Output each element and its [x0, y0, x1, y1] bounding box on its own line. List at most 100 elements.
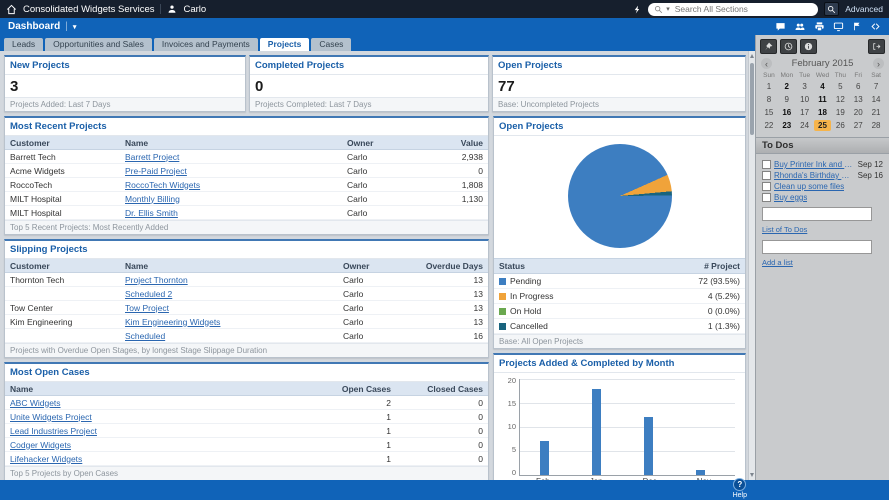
scroll-down-icon[interactable]: [750, 473, 754, 477]
calendar-day[interactable]: 9: [778, 94, 796, 105]
column-header[interactable]: Owner: [342, 137, 420, 149]
tab-invoices-and-payments[interactable]: Invoices and Payments: [154, 38, 258, 51]
calendar-day[interactable]: 7: [867, 81, 885, 92]
record-link[interactable]: Project Thornton: [125, 275, 188, 285]
tab-cases[interactable]: Cases: [311, 38, 351, 51]
todo-link[interactable]: Buy eggs: [774, 193, 807, 202]
calendar-day[interactable]: 28: [867, 120, 885, 131]
global-search[interactable]: ▾: [648, 3, 818, 16]
scrollbar-thumb[interactable]: [750, 63, 754, 135]
record-link[interactable]: Lead Industries Project: [10, 426, 97, 436]
bar-added[interactable]: [696, 470, 705, 475]
current-user[interactable]: Carlo: [183, 4, 206, 15]
todo-checkbox[interactable]: [762, 193, 771, 202]
prev-month-icon[interactable]: [761, 58, 772, 69]
todo-list-link[interactable]: List of To Dos: [762, 225, 807, 234]
calendar-day[interactable]: 16: [778, 107, 796, 118]
calendar-day[interactable]: 19: [831, 107, 849, 118]
recent-items-icon[interactable]: [780, 39, 797, 54]
calendar-day[interactable]: 13: [849, 94, 867, 105]
bar-added[interactable]: [540, 441, 549, 475]
calendar-day[interactable]: 11: [814, 94, 832, 105]
resize-panes-icon[interactable]: [870, 21, 881, 32]
home-icon[interactable]: [6, 4, 17, 15]
calendar-day[interactable]: 12: [831, 94, 849, 105]
record-link[interactable]: Kim Engineering Widgets: [125, 317, 220, 327]
record-link[interactable]: Pre-Paid Project: [125, 166, 187, 176]
todo-link[interactable]: Buy Printer Ink and Paper: [774, 160, 855, 169]
todo-link[interactable]: Rhonda's Birthday Party: [774, 171, 855, 180]
scroll-up-icon[interactable]: [750, 54, 754, 58]
column-header[interactable]: Customer: [5, 260, 120, 272]
tab-projects[interactable]: Projects: [260, 38, 310, 51]
record-link[interactable]: Dr. Ellis Smith: [125, 208, 178, 218]
column-header[interactable]: Overdue Days: [404, 260, 488, 272]
tab-leads[interactable]: Leads: [4, 38, 43, 51]
calendar-day[interactable]: 26: [831, 120, 849, 131]
record-link[interactable]: Unite Widgets Project: [10, 412, 92, 422]
message-icon[interactable]: [775, 21, 786, 32]
record-link[interactable]: Codger Widgets: [10, 440, 71, 450]
bar-added[interactable]: [592, 389, 601, 475]
next-month-icon[interactable]: [873, 58, 884, 69]
breadcrumb[interactable]: Dashboard | ▾: [8, 21, 76, 32]
record-link[interactable]: Tow Project: [125, 303, 169, 313]
calendar-day[interactable]: 25: [814, 120, 832, 131]
column-header[interactable]: Customer: [5, 137, 120, 149]
quick-actions-icon[interactable]: [633, 4, 642, 15]
column-header[interactable]: Value: [420, 137, 488, 149]
pin-icon[interactable]: [760, 39, 777, 54]
new-todo-input[interactable]: [762, 207, 872, 221]
record-link[interactable]: ABC Widgets: [10, 398, 61, 408]
calendar-day[interactable]: 8: [760, 94, 778, 105]
todo-checkbox[interactable]: [762, 182, 771, 191]
search-button[interactable]: [824, 2, 839, 16]
record-link[interactable]: Monthly Billing: [125, 194, 180, 204]
add-list-link[interactable]: Add a list: [762, 258, 793, 267]
calendar-day[interactable]: 23: [778, 120, 796, 131]
record-link[interactable]: Barrett Project: [125, 152, 179, 162]
calendar-day[interactable]: 2: [778, 81, 796, 92]
print-icon[interactable]: [814, 21, 825, 32]
screen-share-icon[interactable]: [833, 21, 844, 32]
todo-checkbox[interactable]: [762, 171, 771, 180]
contacts-icon[interactable]: [794, 21, 806, 32]
column-header[interactable]: Open Cases: [304, 383, 396, 395]
bar-added[interactable]: [644, 417, 653, 475]
record-link[interactable]: Scheduled: [125, 331, 165, 341]
open-projects-pie[interactable]: [568, 144, 672, 248]
column-header[interactable]: Name: [120, 137, 342, 149]
calendar-day[interactable]: 1: [760, 81, 778, 92]
calendar-day[interactable]: 22: [760, 120, 778, 131]
calendar-day[interactable]: 6: [849, 81, 867, 92]
search-input[interactable]: [673, 3, 812, 15]
column-header[interactable]: Owner: [338, 260, 404, 272]
record-link[interactable]: Scheduled 2: [125, 289, 172, 299]
calendar-day[interactable]: 14: [867, 94, 885, 105]
collapse-sidebar-icon[interactable]: [868, 39, 885, 54]
todo-link[interactable]: Clean up some files: [774, 182, 844, 191]
record-link[interactable]: Lifehacker Widgets: [10, 454, 82, 464]
calendar-day[interactable]: 3: [796, 81, 814, 92]
calendar-day[interactable]: 17: [796, 107, 814, 118]
column-header[interactable]: Name: [5, 383, 304, 395]
calendar-day[interactable]: 24: [796, 120, 814, 131]
advanced-search-link[interactable]: Advanced: [845, 4, 883, 14]
calendar-day[interactable]: 10: [796, 94, 814, 105]
calendar-day[interactable]: 4: [814, 81, 832, 92]
search-scope-caret-icon[interactable]: ▾: [666, 5, 670, 13]
info-icon[interactable]: [800, 39, 817, 54]
calendar-day[interactable]: 27: [849, 120, 867, 131]
calendar-day[interactable]: 21: [867, 107, 885, 118]
calendar-day[interactable]: 15: [760, 107, 778, 118]
flag-icon[interactable]: [852, 21, 862, 32]
new-list-input[interactable]: [762, 240, 872, 254]
calendar-day[interactable]: 5: [831, 81, 849, 92]
content-scrollbar[interactable]: [748, 51, 755, 480]
column-header[interactable]: Closed Cases: [396, 383, 488, 395]
todo-checkbox[interactable]: [762, 160, 771, 169]
help-button[interactable]: ? Help: [733, 478, 747, 499]
tab-opportunities-and-sales[interactable]: Opportunities and Sales: [45, 38, 152, 51]
calendar-day[interactable]: 20: [849, 107, 867, 118]
calendar-day[interactable]: 18: [814, 107, 832, 118]
